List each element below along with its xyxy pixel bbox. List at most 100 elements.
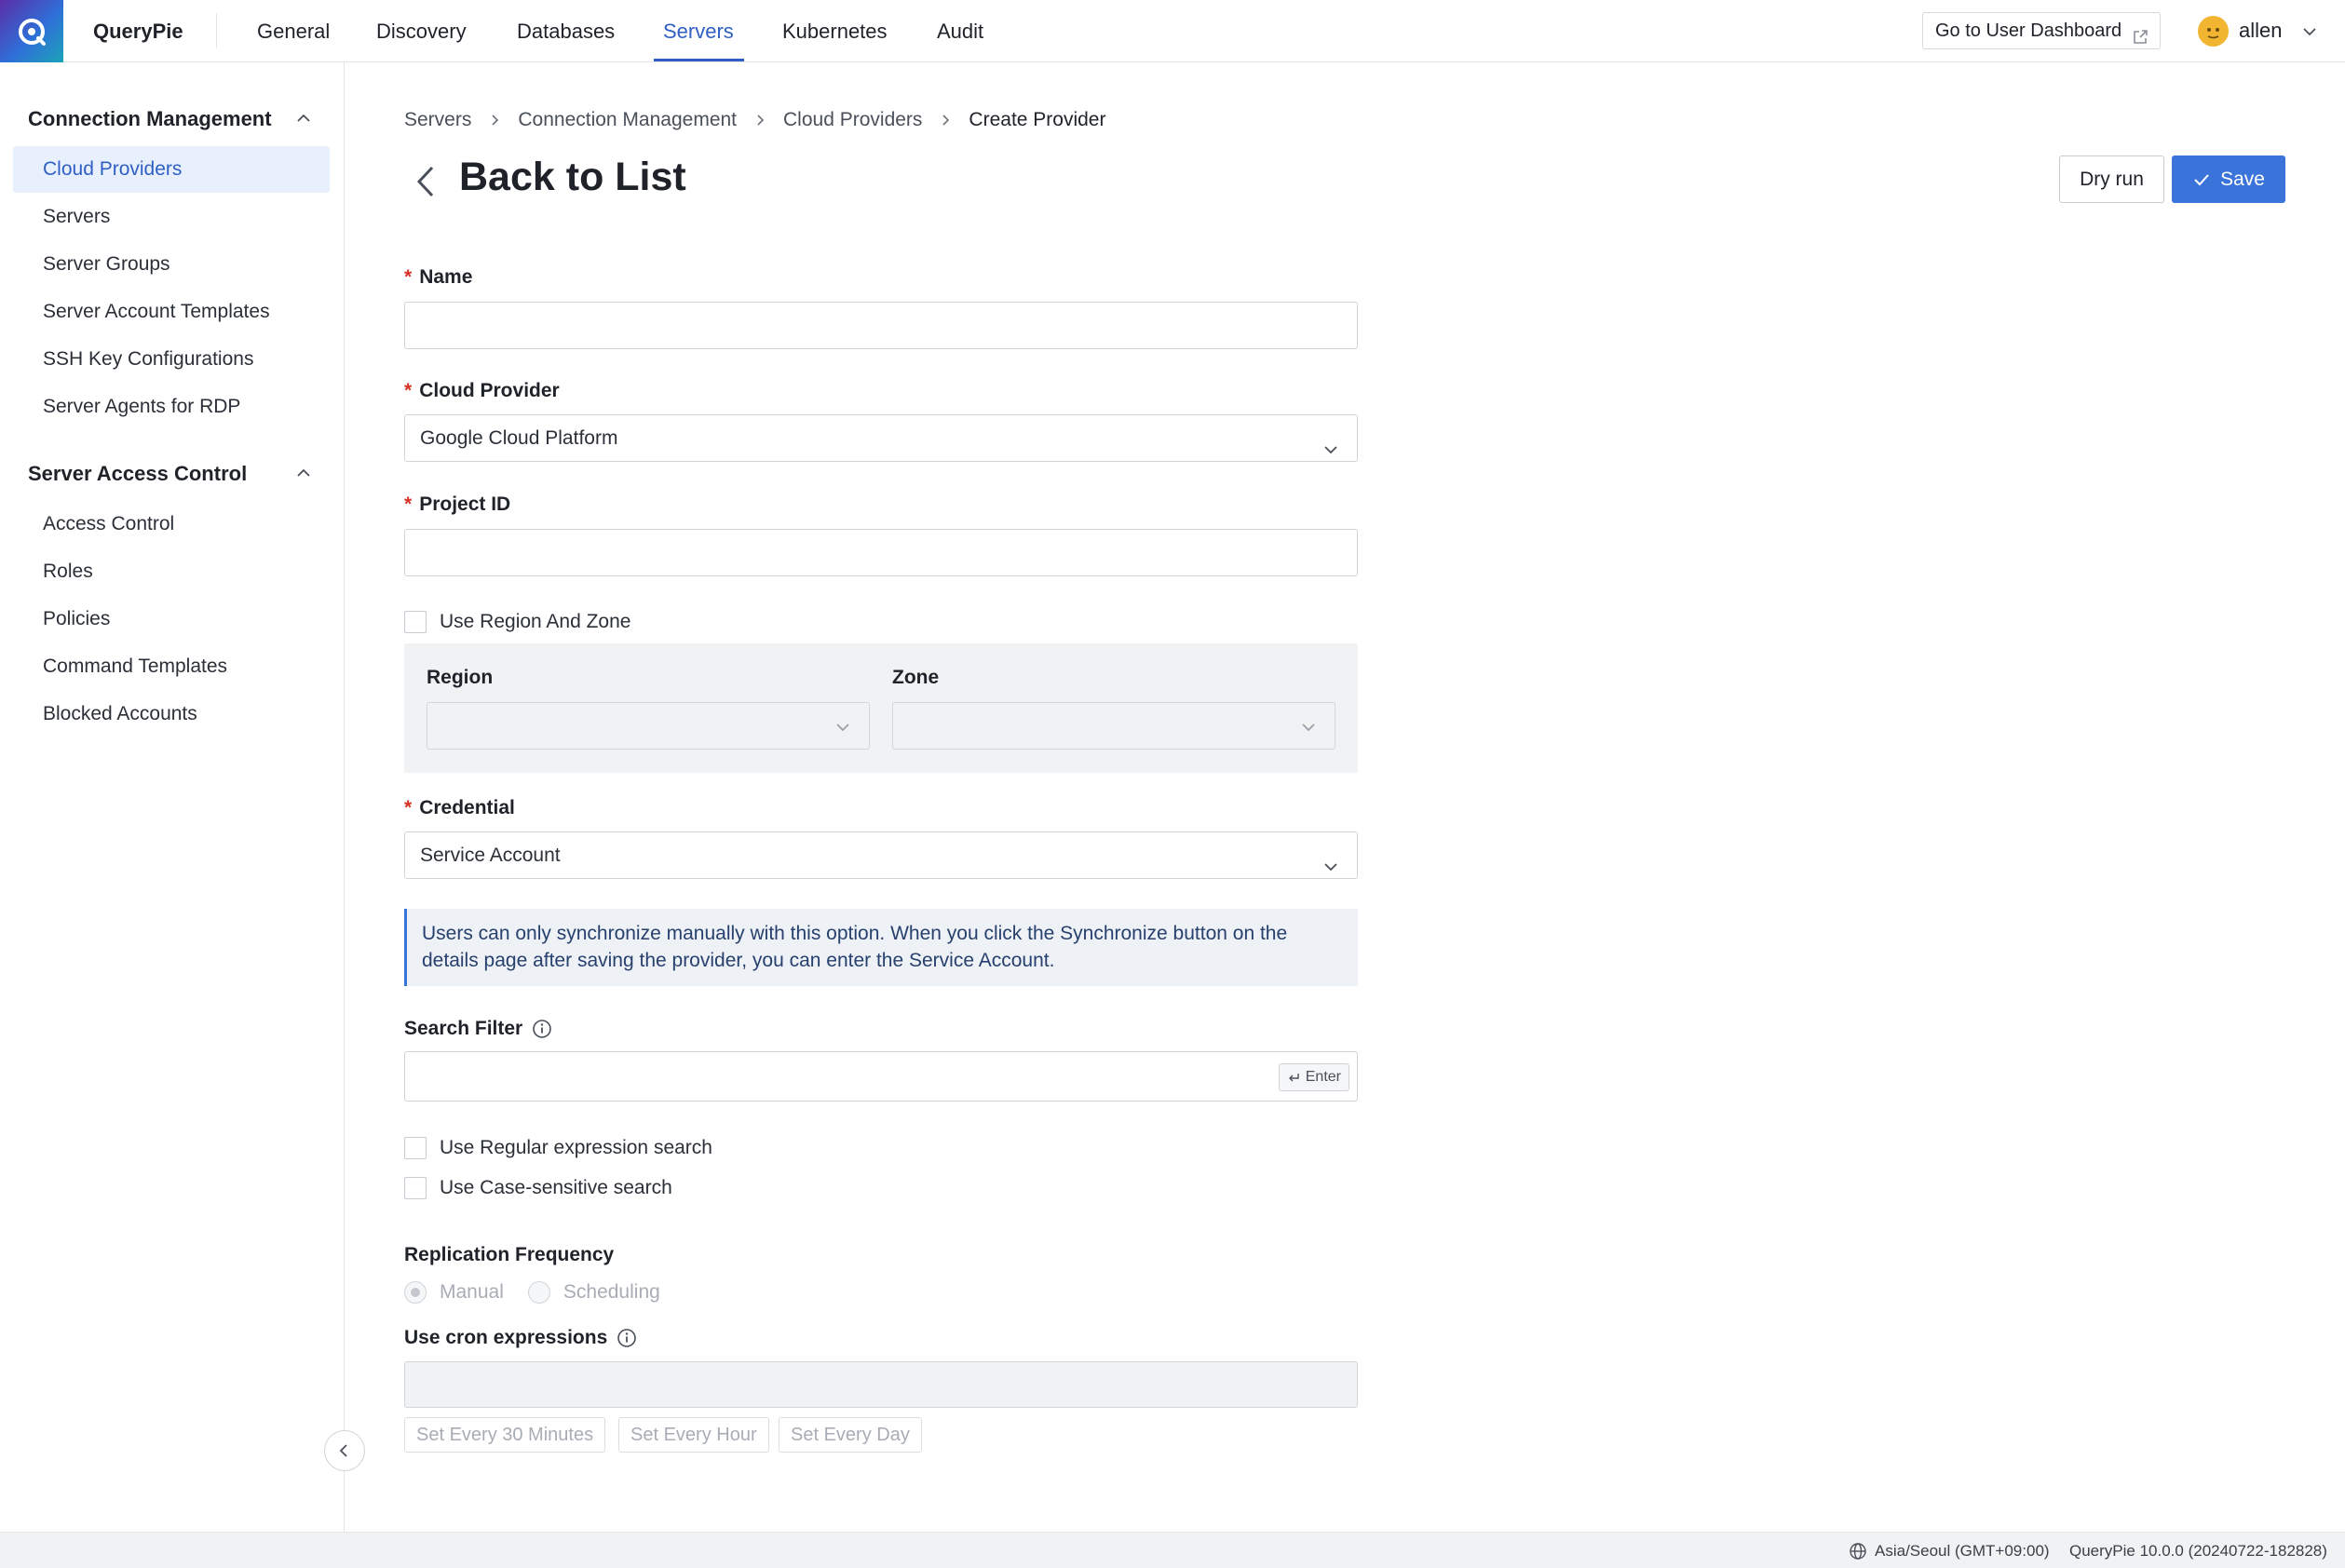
scheduling-radio[interactable] <box>527 1281 550 1304</box>
querypie-logo-icon[interactable] <box>0 0 63 62</box>
sidebar-section-connection-management[interactable]: Connection Management <box>28 107 272 131</box>
case-sensitive-label: Use Case-sensitive search <box>440 1177 672 1198</box>
cron-label-text: Use cron expressions <box>404 1327 608 1348</box>
top-navigation-bar: QueryPie General Discovery Databases Ser… <box>0 0 2345 62</box>
cloud-provider-value: Google Cloud Platform <box>420 427 618 449</box>
breadcrumb: Servers Connection Management Cloud Prov… <box>404 106 1105 134</box>
timezone-text: Asia/Seoul (GMT+09:00) <box>1875 1541 2050 1560</box>
nav-divider <box>216 13 217 48</box>
back-arrow-icon[interactable] <box>413 164 440 204</box>
info-icon[interactable] <box>532 1019 552 1039</box>
chevron-right-icon <box>753 114 766 127</box>
chevron-right-icon <box>939 114 952 127</box>
regex-checkbox[interactable] <box>404 1137 427 1159</box>
case-sensitive-checkbox-row[interactable]: Use Case-sensitive search <box>404 1177 672 1199</box>
sidebar-item-access-control[interactable]: Access Control <box>13 501 330 547</box>
nav-general[interactable]: General <box>257 0 330 62</box>
sidebar-item-policies[interactable]: Policies <box>13 596 330 642</box>
chevron-down-icon[interactable] <box>2300 22 2319 46</box>
nav-kubernetes[interactable]: Kubernetes <box>782 0 888 62</box>
project-id-label: * Project ID <box>404 493 510 516</box>
chevron-left-icon <box>339 1444 347 1457</box>
name-input[interactable] <box>404 302 1358 349</box>
sidebar: Connection Management Cloud Providers Se… <box>0 62 345 1532</box>
nav-databases[interactable]: Databases <box>517 0 615 62</box>
replication-frequency-label-text: Replication Frequency <box>404 1244 615 1265</box>
nav-discovery[interactable]: Discovery <box>376 0 467 62</box>
set-every-day-button[interactable]: Set Every Day <box>779 1417 922 1453</box>
info-icon[interactable] <box>617 1328 637 1348</box>
sidebar-item-command-templates[interactable]: Command Templates <box>13 643 330 690</box>
app-name[interactable]: QueryPie <box>93 0 183 62</box>
cloud-provider-label-text: Cloud Provider <box>419 380 560 401</box>
sidebar-item-roles[interactable]: Roles <box>13 548 330 595</box>
chevron-up-icon[interactable] <box>294 109 313 132</box>
zone-select[interactable] <box>892 702 1335 750</box>
check-icon <box>2194 173 2209 185</box>
enter-icon <box>1288 1074 1299 1082</box>
dashboard-button-label: Go to User Dashboard <box>1935 20 2122 41</box>
required-marker: * <box>404 266 413 288</box>
user-name[interactable]: allen <box>2239 0 2282 62</box>
sidebar-item-cloud-providers[interactable]: Cloud Providers <box>13 146 330 193</box>
replication-frequency-label: Replication Frequency <box>404 1244 614 1266</box>
credential-label-text: Credential <box>419 797 515 818</box>
manual-radio-label: Manual <box>440 1281 504 1303</box>
chevron-up-icon[interactable] <box>294 464 313 487</box>
scheduling-radio-label: Scheduling <box>563 1281 660 1303</box>
chevron-down-icon <box>834 718 852 741</box>
enter-key-hint: Enter <box>1278 1063 1349 1091</box>
set-every-hour-button[interactable]: Set Every Hour <box>618 1417 769 1453</box>
set-every-30-minutes-button[interactable]: Set Every 30 Minutes <box>404 1417 606 1453</box>
sidebar-item-servers[interactable]: Servers <box>13 194 330 240</box>
search-filter-label: Search Filter <box>404 1018 552 1040</box>
footer-status-bar: Asia/Seoul (GMT+09:00) QueryPie 10.0.0 (… <box>0 1532 2345 1568</box>
use-region-zone-label: Use Region And Zone <box>440 611 631 632</box>
sidebar-item-server-account-templates[interactable]: Server Account Templates <box>13 289 330 335</box>
credential-select[interactable]: Service Account <box>404 831 1358 879</box>
sidebar-item-blocked-accounts[interactable]: Blocked Accounts <box>13 691 330 737</box>
info-banner: Users can only synchronize manually with… <box>404 909 1358 986</box>
collapse-sidebar-button[interactable] <box>324 1430 365 1471</box>
page-title[interactable]: Back to List <box>459 155 686 200</box>
regex-label: Use Regular expression search <box>440 1137 712 1158</box>
sidebar-item-ssh-key-configurations[interactable]: SSH Key Configurations <box>13 336 330 383</box>
regex-checkbox-row[interactable]: Use Regular expression search <box>404 1137 712 1159</box>
manual-radio[interactable] <box>404 1281 427 1304</box>
sidebar-section-server-access-control[interactable]: Server Access Control <box>28 462 247 486</box>
sidebar-item-server-agents-for-rdp[interactable]: Server Agents for RDP <box>13 384 330 430</box>
use-region-zone-checkbox-row[interactable]: Use Region And Zone <box>404 611 630 633</box>
breadcrumb-cloud-providers[interactable]: Cloud Providers <box>783 109 922 131</box>
search-filter-input[interactable]: Enter <box>404 1051 1358 1102</box>
project-id-input[interactable] <box>404 529 1358 576</box>
chevron-right-icon <box>488 114 501 127</box>
breadcrumb-servers[interactable]: Servers <box>404 109 471 131</box>
use-region-zone-checkbox[interactable] <box>404 611 427 633</box>
sidebar-item-server-groups[interactable]: Server Groups <box>13 241 330 288</box>
chevron-down-icon <box>1299 718 1318 741</box>
breadcrumb-create-provider: Create Provider <box>969 109 1106 130</box>
nav-servers[interactable]: Servers <box>663 0 734 62</box>
name-label: * Name <box>404 266 472 289</box>
cron-label: Use cron expressions <box>404 1327 637 1349</box>
nav-audit[interactable]: Audit <box>937 0 983 62</box>
region-select[interactable] <box>427 702 870 750</box>
go-to-user-dashboard-button[interactable]: Go to User Dashboard <box>1922 12 2161 49</box>
project-id-label-text: Project ID <box>419 493 511 515</box>
timezone-indicator[interactable]: Asia/Seoul (GMT+09:00) <box>1849 1533 2050 1568</box>
case-sensitive-checkbox[interactable] <box>404 1177 427 1199</box>
cloud-provider-label: * Cloud Provider <box>404 380 560 402</box>
name-label-text: Name <box>419 266 473 288</box>
breadcrumb-connection-management[interactable]: Connection Management <box>518 109 737 131</box>
chevron-down-icon <box>1322 847 1340 893</box>
save-button[interactable]: Save <box>2172 155 2285 203</box>
save-button-label: Save <box>2220 168 2265 190</box>
user-avatar[interactable] <box>2198 16 2229 47</box>
enter-hint-label: Enter <box>1305 1069 1341 1085</box>
dry-run-button[interactable]: Dry run <box>2059 155 2164 203</box>
cron-expression-input[interactable] <box>404 1361 1358 1408</box>
globe-icon <box>1850 1542 1866 1560</box>
version-text: QueryPie 10.0.0 (20240722-182828) <box>2069 1542 2327 1560</box>
replication-frequency-radio-group: Manual Scheduling <box>404 1281 660 1304</box>
cloud-provider-select[interactable]: Google Cloud Platform <box>404 414 1358 462</box>
